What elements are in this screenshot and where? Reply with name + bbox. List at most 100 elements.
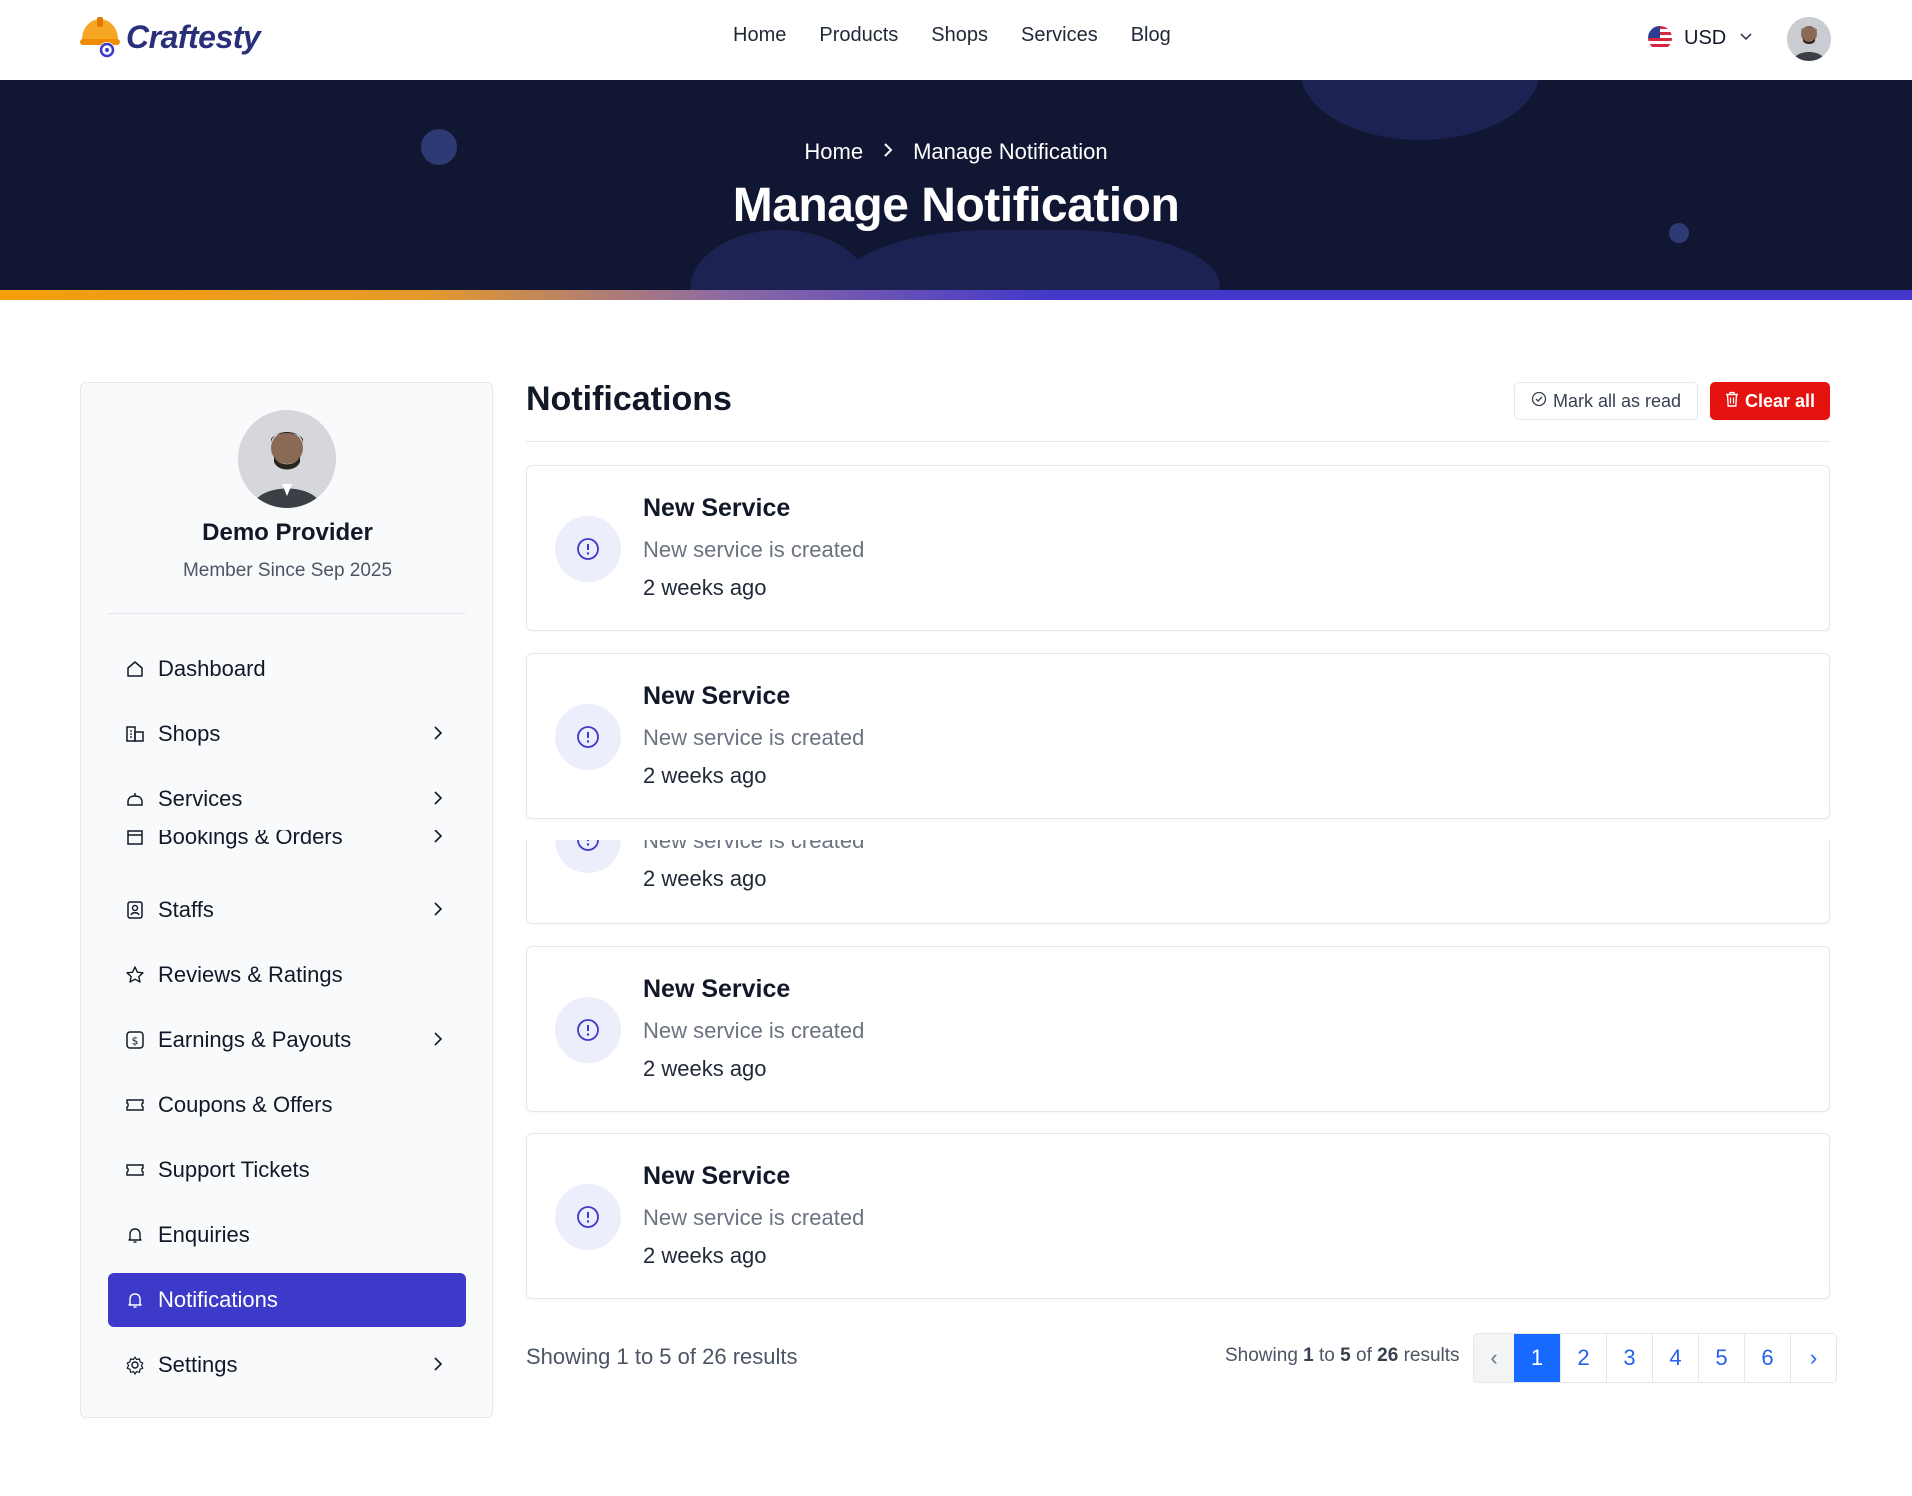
notification-card[interactable]: New Service New service is created 2 wee… bbox=[526, 653, 1830, 819]
summary-from: 1 bbox=[1303, 1345, 1314, 1366]
notification-time: 2 weeks ago bbox=[643, 575, 767, 600]
calendar-icon bbox=[124, 830, 146, 848]
chevron-right-icon bbox=[428, 899, 448, 919]
nav-products[interactable]: Products bbox=[819, 24, 898, 47]
nav-home[interactable]: Home bbox=[733, 24, 786, 47]
sidebar-item-label: Reviews & Ratings bbox=[158, 962, 343, 987]
notifications-heading: Notifications bbox=[526, 380, 732, 418]
sidebar-item-bookings[interactable]: Bookings & Orders bbox=[108, 830, 466, 852]
chevron-right-icon bbox=[428, 1029, 448, 1049]
brand-name: Craftesty bbox=[126, 18, 261, 55]
summary-to: 5 bbox=[1340, 1345, 1351, 1366]
pagination-page-1[interactable]: 1 bbox=[1514, 1334, 1560, 1382]
pagination-page-3[interactable]: 3 bbox=[1606, 1334, 1652, 1382]
helmet-logo-icon bbox=[78, 14, 122, 60]
mark-all-read-button[interactable]: Mark all as read bbox=[1514, 382, 1698, 420]
notification-card[interactable]: New service is created 2 weeks ago bbox=[526, 840, 1830, 924]
notification-card[interactable]: New Service New service is created 2 wee… bbox=[526, 1133, 1830, 1299]
pagination-page-4[interactable]: 4 bbox=[1652, 1334, 1698, 1382]
user-avatar[interactable] bbox=[1787, 17, 1831, 61]
sidebar-item-settings[interactable]: Settings bbox=[108, 1338, 466, 1392]
sidebar-item-label: Support Tickets bbox=[158, 1157, 310, 1182]
alert-circle-icon bbox=[555, 997, 621, 1063]
breadcrumb-home[interactable]: Home bbox=[804, 139, 863, 165]
us-flag-icon bbox=[1648, 26, 1672, 50]
chevron-right-icon bbox=[428, 830, 448, 846]
services-icon bbox=[124, 788, 146, 810]
nav-blog[interactable]: Blog bbox=[1131, 24, 1171, 47]
clear-all-button[interactable]: Clear all bbox=[1710, 382, 1830, 420]
sidebar-item-services[interactable]: Services bbox=[108, 772, 466, 826]
sidebar-item-notifications[interactable]: Notifications bbox=[108, 1273, 466, 1327]
pagination-prev[interactable]: ‹ bbox=[1474, 1334, 1514, 1382]
sidebar-item-shops[interactable]: Shops bbox=[108, 707, 466, 761]
results-summary-detail: Showing 1 to 5 of 26 results bbox=[1225, 1345, 1460, 1367]
breadcrumb: Home Manage Notification bbox=[0, 139, 1912, 165]
sidebar-item-support-tickets[interactable]: Support Tickets bbox=[108, 1143, 466, 1197]
page-title: Manage Notification bbox=[732, 179, 1180, 232]
profile-avatar bbox=[238, 410, 336, 508]
notification-card[interactable]: New Service New service is created 2 wee… bbox=[526, 465, 1830, 631]
pagination: ‹ 1 2 3 4 5 6 › bbox=[1473, 1333, 1837, 1383]
pagination-page-5[interactable]: 5 bbox=[1698, 1334, 1744, 1382]
sidebar-item-label: Settings bbox=[158, 1352, 238, 1377]
top-navbar: Craftesty Home Products Shops Services B… bbox=[0, 0, 1912, 80]
bell-icon bbox=[124, 1224, 146, 1246]
notification-desc: New service is created bbox=[643, 1205, 865, 1230]
clear-all-label: Clear all bbox=[1744, 390, 1816, 411]
notification-title: New Service bbox=[643, 494, 791, 522]
chevron-right-icon bbox=[881, 139, 895, 165]
summary-to-word: to bbox=[1319, 1345, 1335, 1366]
sidebar-divider bbox=[108, 613, 466, 614]
nav-services[interactable]: Services bbox=[1021, 24, 1098, 47]
notification-desc: New service is created bbox=[643, 840, 865, 853]
currency-value: USD bbox=[1684, 26, 1727, 49]
sidebar-item-label: Shops bbox=[158, 721, 221, 746]
pagination-next[interactable]: › bbox=[1790, 1334, 1836, 1382]
sidebar-item-label: Coupons & Offers bbox=[158, 1092, 333, 1117]
main-nav: Home Products Shops Services Blog bbox=[733, 24, 1171, 47]
alert-circle-icon bbox=[555, 516, 621, 582]
decorative-blob bbox=[1300, 80, 1540, 140]
trash-icon bbox=[1725, 391, 1739, 412]
sidebar-item-earnings[interactable]: $ Earnings & Payouts bbox=[108, 1013, 466, 1067]
bell-icon bbox=[124, 1289, 146, 1311]
sidebar-item-enquiries[interactable]: Enquiries bbox=[108, 1208, 466, 1262]
sidebar-item-label: Notifications bbox=[158, 1287, 278, 1312]
sidebar-item-staffs[interactable]: Staffs bbox=[108, 883, 466, 937]
profile-name: Demo Provider bbox=[202, 519, 373, 546]
summary-of-word: of bbox=[1356, 1345, 1372, 1366]
sidebar-item-label: Services bbox=[158, 786, 243, 811]
sidebar-item-dashboard[interactable]: Dashboard bbox=[108, 642, 466, 696]
check-circle-icon bbox=[1531, 391, 1547, 412]
ticket-icon bbox=[124, 1159, 146, 1181]
nav-shops[interactable]: Shops bbox=[931, 24, 988, 47]
summary-total: 26 bbox=[1377, 1345, 1399, 1366]
pagination-page-6[interactable]: 6 bbox=[1744, 1334, 1790, 1382]
home-icon bbox=[124, 658, 146, 680]
notification-card[interactable]: New Service New service is created 2 wee… bbox=[526, 946, 1830, 1112]
sidebar-item-label: Enquiries bbox=[158, 1222, 250, 1247]
pagination-page-2[interactable]: 2 bbox=[1560, 1334, 1606, 1382]
sidebar-item-reviews[interactable]: Reviews & Ratings bbox=[108, 948, 466, 1002]
member-since: Member Since Sep 2025 bbox=[182, 560, 393, 581]
notification-desc: New service is created bbox=[643, 1018, 865, 1043]
staff-icon bbox=[124, 899, 146, 921]
sidebar-scroll-clip: Bookings & Orders bbox=[108, 830, 466, 852]
ticket-icon bbox=[124, 1094, 146, 1116]
brand-logo[interactable]: Craftesty bbox=[78, 14, 261, 60]
mark-all-read-label: Mark all as read bbox=[1552, 390, 1682, 411]
dashboard-sidebar: Demo Provider Member Since Sep 2025 Dash… bbox=[80, 382, 493, 1418]
sidebar-item-label: Staffs bbox=[158, 897, 214, 922]
sidebar-item-coupons[interactable]: Coupons & Offers bbox=[108, 1078, 466, 1132]
sidebar-item-label: Dashboard bbox=[158, 656, 266, 681]
gear-icon bbox=[124, 1354, 146, 1376]
summary-prefix: Showing bbox=[1225, 1345, 1298, 1366]
currency-selector[interactable]: USD bbox=[1648, 26, 1754, 50]
alert-circle-icon bbox=[555, 840, 621, 873]
chevron-right-icon bbox=[428, 1354, 448, 1374]
heading-divider bbox=[526, 441, 1830, 442]
chevron-right-icon bbox=[428, 723, 448, 743]
decorative-blob bbox=[840, 230, 1220, 290]
alert-circle-icon bbox=[555, 1184, 621, 1250]
